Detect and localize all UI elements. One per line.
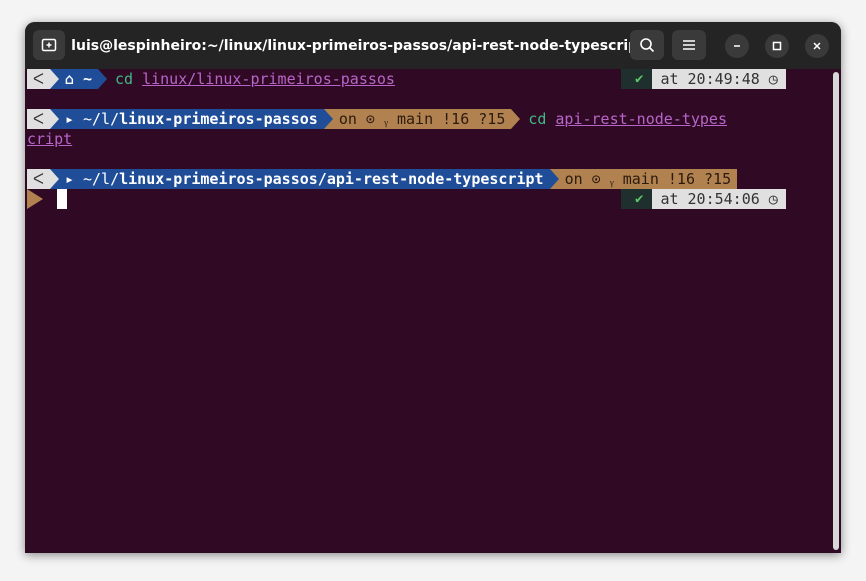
close-button[interactable] xyxy=(805,34,829,58)
prompt-line-3: ᐸ ▸ ~/l/linux-primeiros-passos/api-rest-… xyxy=(27,169,738,189)
prompt-line-1: ᐸ ⌂ ~ cd linux/linux-primeiros-passos xyxy=(27,69,395,89)
dir-prefix: ▸ ~/l/ xyxy=(64,170,120,188)
hamburger-menu-icon xyxy=(683,40,695,50)
scrollbar[interactable] xyxy=(833,72,839,550)
command: cd xyxy=(115,70,134,88)
command-argument[interactable]: linux/linux-primeiros-passos xyxy=(133,69,395,89)
window-title: luis@lespinheiro:~/linux/linux-primeiros… xyxy=(71,37,645,54)
prompt-line-2: ᐸ ▸ ~/l/linux-primeiros-passos on ⊙ ᵧ ma… xyxy=(27,109,727,129)
maximize-button[interactable] xyxy=(765,34,789,58)
prompt-arrow xyxy=(27,189,43,209)
maximize-icon xyxy=(772,41,782,51)
command: cd xyxy=(528,110,547,128)
dir-segment: ⌂ ~ xyxy=(58,69,99,89)
os-segment: ᐸ xyxy=(27,109,50,129)
right-prompt-1: ✔ at 20:49:48 ◷ xyxy=(621,69,786,89)
prompt-line-2-wrap: cript xyxy=(27,129,72,149)
status-ok-icon: ✔ xyxy=(621,69,653,89)
dir-segment: ▸ ~/l/linux-primeiros-passos xyxy=(58,109,324,129)
os-segment: ᐸ xyxy=(27,69,50,89)
timestamp: at 20:49:48 ◷ xyxy=(652,69,786,89)
search-icon xyxy=(640,38,655,53)
titlebar: luis@lespinheiro:~/linux/linux-primeiros… xyxy=(25,22,841,69)
dir-name: linux-primeiros-passos/api-rest-node-typ… xyxy=(119,170,544,188)
search-button[interactable] xyxy=(630,30,664,60)
status-ok-icon: ✔ xyxy=(621,189,653,209)
minimize-icon xyxy=(734,45,740,47)
text-cursor xyxy=(57,189,67,209)
minimize-button[interactable] xyxy=(725,34,749,58)
menu-button[interactable] xyxy=(672,30,706,60)
terminal-area[interactable]: ᐸ ⌂ ~ cd linux/linux-primeiros-passos ✔ … xyxy=(25,69,841,553)
prompt-line-3-input xyxy=(27,189,43,209)
close-icon xyxy=(813,42,821,50)
command-argument-wrap[interactable]: cript xyxy=(27,129,72,149)
dir-prefix: ▸ ~/l/ xyxy=(64,110,120,128)
git-segment: on ⊙ ᵧ main !16 ?15 xyxy=(332,109,512,129)
terminal-window: luis@lespinheiro:~/linux/linux-primeiros… xyxy=(25,22,841,553)
new-tab-button[interactable] xyxy=(33,30,65,60)
right-prompt-3: ✔ at 20:54:06 ◷ xyxy=(621,189,786,209)
new-tab-icon xyxy=(41,38,57,52)
os-segment: ᐸ xyxy=(27,169,50,189)
git-segment: on ⊙ ᵧ main !16 ?15 xyxy=(558,169,738,189)
dir-name: linux-primeiros-passos xyxy=(119,110,318,128)
dir-segment: ▸ ~/l/linux-primeiros-passos/api-rest-no… xyxy=(58,169,550,189)
command-argument[interactable]: api-rest-node-types xyxy=(546,109,727,129)
timestamp: at 20:54:06 ◷ xyxy=(652,189,786,209)
